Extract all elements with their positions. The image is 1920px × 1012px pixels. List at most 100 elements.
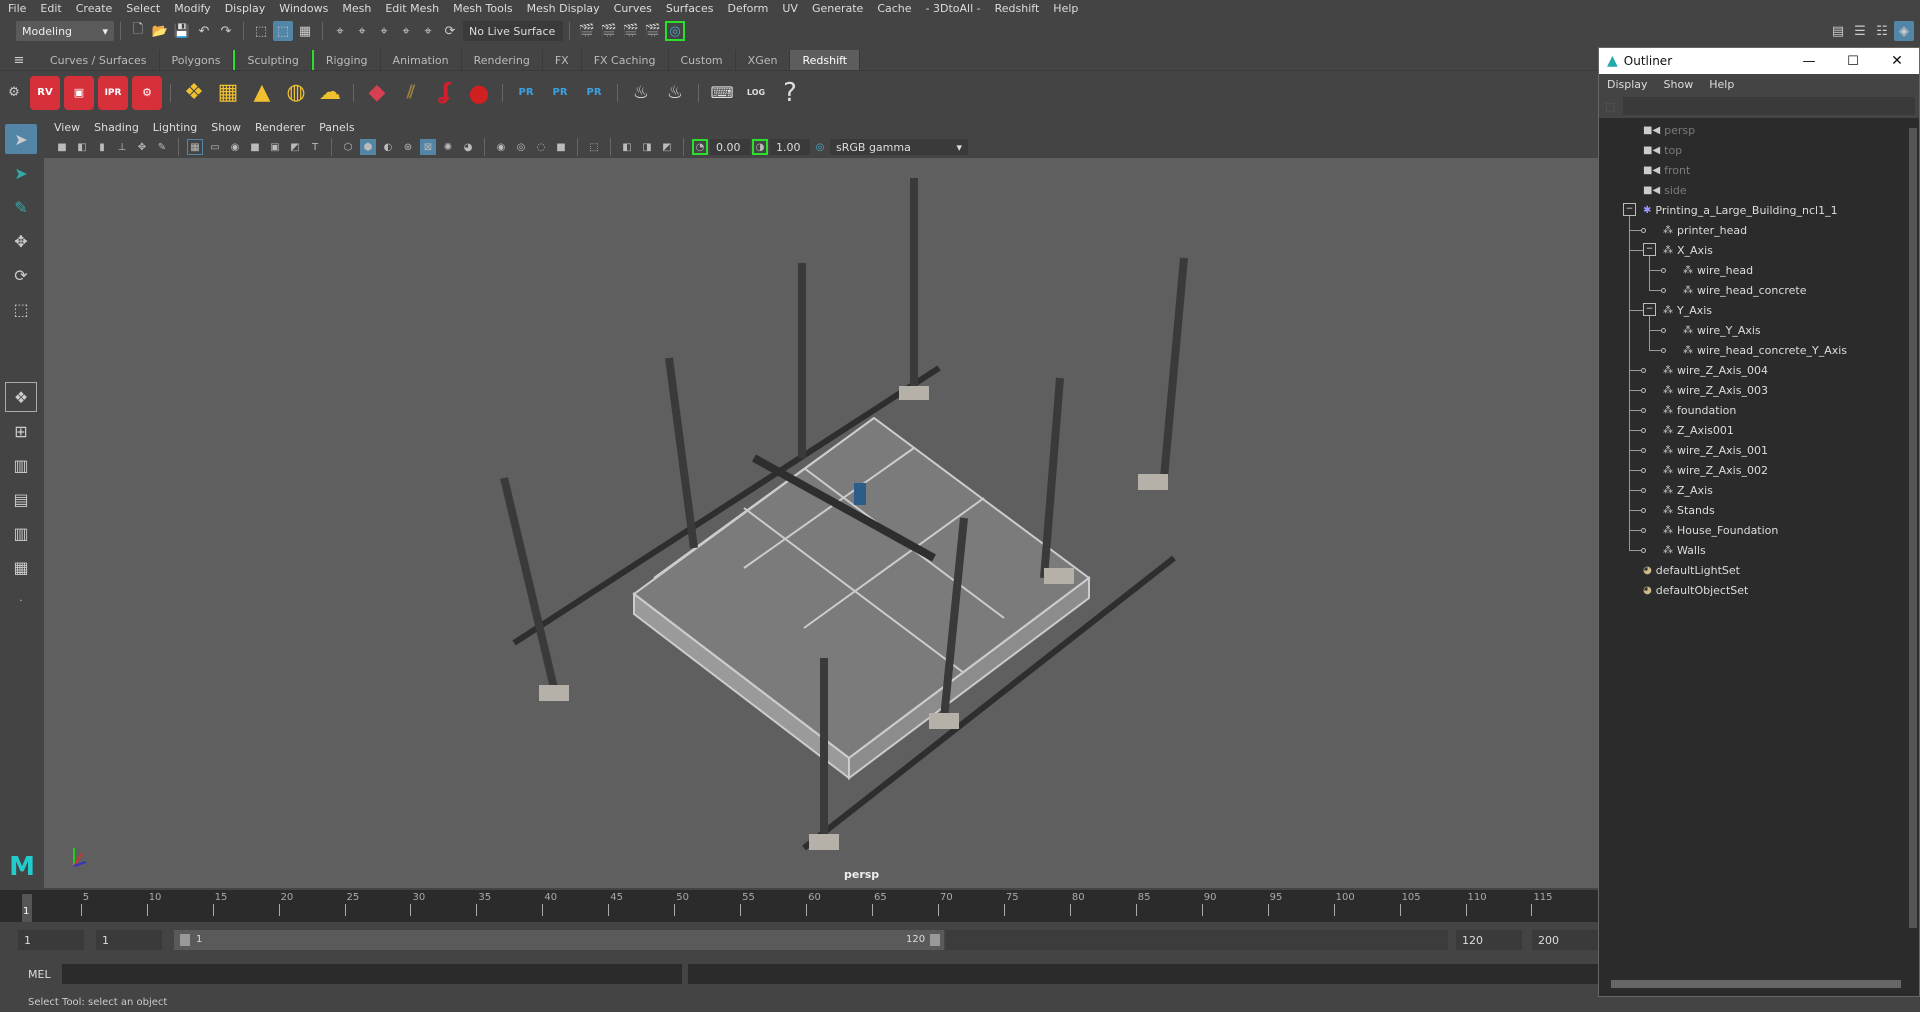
- color-space-dropdown[interactable]: sRGB gamma ▾: [830, 139, 968, 155]
- outliner-set-defaultobjectset[interactable]: ◕ defaultObjectSet: [1643, 580, 1748, 600]
- custom-layout-icon[interactable]: ·: [5, 586, 37, 616]
- redo-icon[interactable]: ↷: [216, 21, 236, 41]
- select-component-icon[interactable]: ▦: [295, 21, 315, 41]
- snap-point-icon[interactable]: ⌖: [374, 21, 394, 41]
- paint-select-tool-icon[interactable]: ✎: [5, 192, 37, 222]
- modeling-toolkit-icon[interactable]: ▤: [1828, 21, 1848, 41]
- menu-file[interactable]: File: [8, 2, 26, 15]
- rs-curve-icon[interactable]: ʆ: [430, 76, 460, 110]
- rs-sphere-icon[interactable]: ●: [464, 76, 494, 110]
- select-camera-icon[interactable]: ■: [54, 139, 70, 155]
- menu-generate[interactable]: Generate: [812, 2, 863, 15]
- persp-graph-layout-icon[interactable]: ▤: [5, 484, 37, 514]
- collapse-toggle[interactable]: −: [1623, 203, 1636, 216]
- menu-windows[interactable]: Windows: [279, 2, 328, 15]
- shadows-icon[interactable]: ◕: [460, 139, 476, 155]
- snap-curve-icon[interactable]: ⌖: [352, 21, 372, 41]
- outliner-item-house_foundation[interactable]: ⁂ House_Foundation: [1663, 520, 1778, 540]
- shelf-tab-sculpting[interactable]: Sculpting: [233, 50, 312, 70]
- shelf-options-icon[interactable]: ⚙: [1, 83, 27, 103]
- persp-hypershade-layout-icon[interactable]: ▥: [5, 518, 37, 548]
- isolate-select-icon[interactable]: ⬚: [586, 139, 602, 155]
- outliner-item-walls[interactable]: ⁂ Walls: [1663, 540, 1706, 560]
- menu-select[interactable]: Select: [126, 2, 160, 15]
- bake-multiple-icon[interactable]: ♨: [626, 76, 656, 110]
- shelf-tab-polygons[interactable]: Polygons: [160, 50, 234, 70]
- rotate-tool-icon[interactable]: ⟳: [5, 260, 37, 290]
- film-gate-icon[interactable]: ▭: [207, 139, 223, 155]
- persp-outliner-layout-icon[interactable]: ▥: [5, 450, 37, 480]
- log-icon[interactable]: LOG: [741, 76, 771, 110]
- mel-input[interactable]: [62, 964, 682, 984]
- pr-import-icon[interactable]: PR: [511, 76, 541, 110]
- outliner-search-input[interactable]: [1623, 97, 1915, 115]
- outliner-item-wire_head_concrete[interactable]: ⁂ wire_head_concrete: [1683, 280, 1807, 300]
- exposure-field[interactable]: 0.00: [710, 139, 750, 155]
- outliner-item-wire_z_axis_004[interactable]: ⁂ wire_Z_Axis_004: [1663, 360, 1768, 380]
- outliner-menu-show[interactable]: Show: [1664, 78, 1694, 91]
- four-view-layout-icon[interactable]: ⊞: [5, 416, 37, 446]
- panel-menu-view[interactable]: View: [54, 121, 80, 134]
- smooth-shade-icon[interactable]: ⬢: [360, 139, 376, 155]
- ipr-render-icon[interactable]: 🎬: [621, 21, 641, 41]
- vertical-scrollbar[interactable]: [1909, 128, 1917, 928]
- new-scene-icon[interactable]: 🗋: [128, 21, 148, 41]
- menu-cache[interactable]: Cache: [877, 2, 911, 15]
- mel-label[interactable]: MEL: [28, 968, 51, 981]
- outliner-item-stands[interactable]: ⁂ Stands: [1663, 500, 1715, 520]
- outliner-item-printer_head[interactable]: ⁂ printer_head: [1663, 220, 1747, 240]
- save-scene-icon[interactable]: 💾: [172, 21, 192, 41]
- horizontal-scrollbar[interactable]: [1611, 980, 1901, 988]
- channel-box-icon[interactable]: ◈: [1894, 21, 1914, 41]
- rs-dome-light-icon[interactable]: ◍: [281, 76, 311, 110]
- wireframe-icon[interactable]: ⬡: [340, 139, 356, 155]
- xray-active-components-icon[interactable]: ◨: [639, 139, 655, 155]
- render-view-icon[interactable]: 🎬: [577, 21, 597, 41]
- hypershade-icon[interactable]: ◎: [665, 21, 685, 41]
- gamma-field[interactable]: 1.00: [770, 139, 810, 155]
- range-end-handle[interactable]: [930, 934, 940, 946]
- scale-tool-icon[interactable]: ⬚: [5, 294, 37, 324]
- snap-projected-icon[interactable]: ⌖: [396, 21, 416, 41]
- rs-area-light-icon[interactable]: ▦: [213, 76, 243, 110]
- bake-single-icon[interactable]: ♨: [660, 76, 690, 110]
- shelf-tab-curves-surfaces[interactable]: Curves / Surfaces: [38, 50, 160, 70]
- collapse-toggle[interactable]: −: [1643, 303, 1656, 316]
- menu-create[interactable]: Create: [76, 2, 113, 15]
- tool-settings-icon[interactable]: ☷: [1872, 21, 1892, 41]
- close-button[interactable]: ✕: [1875, 53, 1919, 69]
- range-slider[interactable]: [174, 930, 944, 950]
- single-perspective-layout-icon[interactable]: ❖: [5, 382, 37, 412]
- redshift-batch-render-icon[interactable]: ▣: [64, 75, 94, 110]
- outliner-camera-top[interactable]: ■◀ top: [1643, 140, 1682, 160]
- resolution-gate-icon[interactable]: ◉: [227, 139, 243, 155]
- move-tool-icon[interactable]: ✥: [5, 226, 37, 256]
- shelf-tab-rendering[interactable]: Rendering: [462, 50, 543, 70]
- menu-redshift[interactable]: Redshift: [995, 2, 1040, 15]
- default-material-icon[interactable]: ◐: [380, 139, 396, 155]
- outliner-set-defaultlightset[interactable]: ◕ defaultLightSet: [1643, 560, 1740, 580]
- menu-modify[interactable]: Modify: [174, 2, 210, 15]
- script-editor-icon[interactable]: ⌨: [707, 76, 737, 110]
- pr-export-icon[interactable]: PR: [545, 76, 575, 110]
- make-live-icon[interactable]: ⟳: [440, 21, 460, 41]
- outliner-menu-display[interactable]: Display: [1607, 78, 1648, 91]
- menu-3dtoall[interactable]: - 3DtoAll -: [926, 2, 981, 15]
- render-current-frame-icon[interactable]: 🎬: [599, 21, 619, 41]
- menu-deform[interactable]: Deform: [727, 2, 768, 15]
- perspective-viewport[interactable]: persp: [44, 158, 1598, 888]
- outliner-item-wire_head_concrete_y_axis[interactable]: ⁂ wire_head_concrete_Y_Axis: [1683, 340, 1847, 360]
- menu-curves[interactable]: Curves: [614, 2, 652, 15]
- menu-mesh[interactable]: Mesh: [342, 2, 371, 15]
- animation-start-field[interactable]: 1: [18, 930, 84, 950]
- gamma-icon[interactable]: ◑: [752, 139, 768, 155]
- time-slider[interactable]: 1 5 10 15 20 25 30 35 40 45 50 55 60 65 70 75 80 85 90 95 1…: [0, 890, 1598, 922]
- shelf-tab-custom[interactable]: Custom: [669, 50, 736, 70]
- open-scene-icon[interactable]: 📂: [150, 21, 170, 41]
- image-plane-icon[interactable]: ⊥: [114, 139, 130, 155]
- screen-space-ao-icon[interactable]: ◉: [493, 139, 509, 155]
- use-all-lights-icon[interactable]: ✺: [440, 139, 456, 155]
- shelf-menu-icon[interactable]: ≡: [1, 50, 37, 70]
- redshift-ipr-icon[interactable]: IPR: [98, 75, 128, 110]
- rs-sun-sky-icon[interactable]: ☁: [315, 76, 345, 110]
